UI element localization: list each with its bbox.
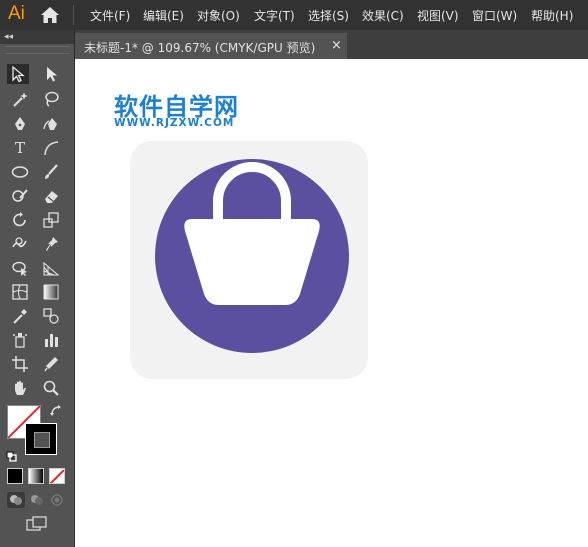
gradient-mode-button[interactable] <box>28 468 44 484</box>
perspective-grid-tool-icon[interactable] <box>40 258 62 278</box>
shape-builder-tool-icon[interactable] <box>9 258 31 278</box>
hand-tool-icon[interactable] <box>9 378 31 398</box>
home-icon[interactable] <box>40 6 60 24</box>
type-tool-icon[interactable]: T <box>9 138 31 158</box>
menu-object[interactable]: 对象(O) <box>197 7 240 24</box>
artboard-canvas[interactable]: 软件自学网 WWW.RJZXW.COM <box>75 59 588 547</box>
slice-tool-icon[interactable] <box>40 354 62 374</box>
menu-view[interactable]: 视图(V) <box>417 7 459 24</box>
menu-type[interactable]: 文字(T) <box>254 7 295 24</box>
document-tab[interactable]: 未标题-1* @ 109.67% (CMYK/GPU 预览) × <box>75 33 347 59</box>
panel-grip[interactable] <box>5 46 69 54</box>
menu-select[interactable]: 选择(S) <box>308 7 349 24</box>
tools-panel: ◂◂ T <box>0 30 75 547</box>
gradient-tool-icon[interactable] <box>40 282 62 302</box>
menu-edit[interactable]: 编辑(E) <box>143 7 184 24</box>
lasso-tool-icon[interactable] <box>40 89 62 109</box>
watermark-url: WWW.RJZXW.COM <box>114 117 235 129</box>
tools-panel-header: ◂◂ <box>0 30 74 44</box>
draw-normal-icon[interactable] <box>7 492 25 508</box>
menu-help[interactable]: 帮助(H) <box>531 7 573 24</box>
app-logo: Ai <box>8 3 25 24</box>
color-mode-button[interactable] <box>7 468 23 484</box>
eraser-tool-icon[interactable] <box>40 186 62 206</box>
warp-tool-icon[interactable] <box>9 234 31 254</box>
mesh-tool-icon[interactable] <box>9 282 31 302</box>
none-mode-button[interactable] <box>49 468 65 484</box>
puppet-warp-tool-icon[interactable] <box>40 234 62 254</box>
artboard-tool-icon[interactable] <box>9 354 31 374</box>
column-graph-tool-icon[interactable] <box>40 330 62 350</box>
draw-inside-icon[interactable] <box>49 492 67 512</box>
shaper-tool-icon[interactable] <box>9 186 31 206</box>
collapse-panel-icon[interactable]: ◂◂ <box>4 30 13 44</box>
magic-wand-tool-icon[interactable] <box>9 89 31 109</box>
ellipse-tool-icon[interactable] <box>9 162 31 182</box>
menu-file[interactable]: 文件(F) <box>90 7 130 24</box>
menu-bar: Ai 文件(F) 编辑(E) 对象(O) 文字(T) 选择(S) 效果(C) 视… <box>0 0 588 30</box>
swap-fill-stroke-icon[interactable] <box>49 403 63 422</box>
scale-tool-icon[interactable] <box>40 210 62 230</box>
pen-tool-icon[interactable] <box>9 114 31 134</box>
close-tab-icon[interactable]: × <box>331 38 342 53</box>
blend-tool-icon[interactable] <box>40 306 62 326</box>
document-tab-title: 未标题-1* @ 109.67% (CMYK/GPU 预览) <box>84 41 316 55</box>
menu-separator <box>73 5 74 25</box>
draw-behind-icon[interactable] <box>28 492 46 512</box>
direct-selection-tool-icon[interactable] <box>40 64 62 84</box>
arc-tool-icon[interactable] <box>40 138 62 158</box>
screen-mode-icon[interactable] <box>26 516 48 536</box>
document-tab-bar: 未标题-1* @ 109.67% (CMYK/GPU 预览) × <box>75 30 588 59</box>
menu-effect[interactable]: 效果(C) <box>362 7 404 24</box>
selection-tool-icon[interactable] <box>7 64 29 84</box>
curvature-tool-icon[interactable] <box>40 114 62 134</box>
paintbrush-tool-icon[interactable] <box>40 162 62 182</box>
zoom-tool-icon[interactable] <box>40 378 62 398</box>
symbol-sprayer-tool-icon[interactable] <box>9 330 31 350</box>
rotate-tool-icon[interactable] <box>9 210 31 230</box>
menu-window[interactable]: 窗口(W) <box>472 7 517 24</box>
stroke-swatch[interactable] <box>25 423 57 455</box>
default-fill-stroke-icon[interactable] <box>6 448 18 467</box>
eyedropper-tool-icon[interactable] <box>9 306 31 326</box>
artwork[interactable] <box>130 141 368 379</box>
